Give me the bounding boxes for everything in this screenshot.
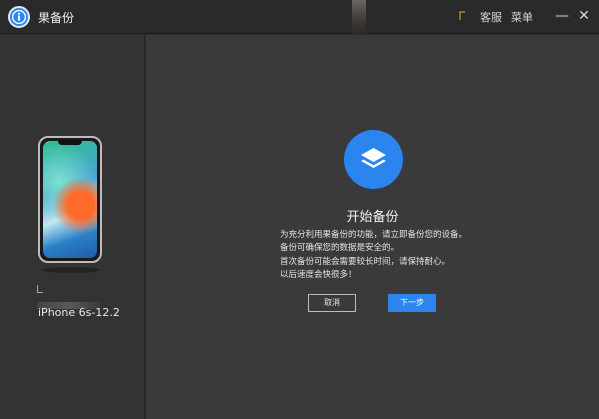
app-logo-icon [8, 6, 30, 28]
title-bar: 果备份 客服 菜单 — ✕ [0, 0, 599, 34]
phone-shadow [42, 267, 100, 273]
title-artifact [352, 0, 366, 34]
phone-image[interactable] [38, 136, 102, 263]
app-title: 果备份 [38, 11, 75, 25]
close-icon[interactable]: ✕ [576, 7, 592, 25]
description-line: 以后速度会快很多！ [280, 270, 357, 281]
layers-icon [344, 130, 403, 189]
description-line: 为充分利用果备份的功能，请立即备份您的设备。 [280, 230, 468, 240]
main-panel: 开始备份 为充分利用果备份的功能，请立即备份您的设备。 备份可确保您的数据是安全… [146, 35, 599, 419]
phone-notch [58, 140, 82, 145]
page-heading: 开始备份 [346, 210, 399, 225]
device-sidebar: iPhone 6s-12.2 [0, 35, 145, 419]
next-button[interactable]: 下一步 [388, 294, 436, 312]
backup-description: 为充分利用果备份的功能，请立即备份您的设备。 备份可确保您的数据是安全的。 首次… [280, 229, 467, 283]
flag-icon [459, 11, 465, 20]
cancel-button[interactable]: 取消 [308, 294, 356, 312]
device-status-icon [37, 285, 43, 293]
device-name: iPhone 6s-12.2 [38, 306, 120, 319]
menu-link[interactable]: 菜单 [511, 9, 533, 25]
minimize-icon[interactable]: — [554, 7, 570, 25]
description-line: 备份可确保您的数据是安全的。 [280, 243, 400, 254]
phone-screen [43, 141, 97, 258]
description-line: 首次备份可能会需要较长时间，请保持耐心。 [280, 256, 451, 267]
customer-service-link[interactable]: 客服 [480, 9, 502, 25]
